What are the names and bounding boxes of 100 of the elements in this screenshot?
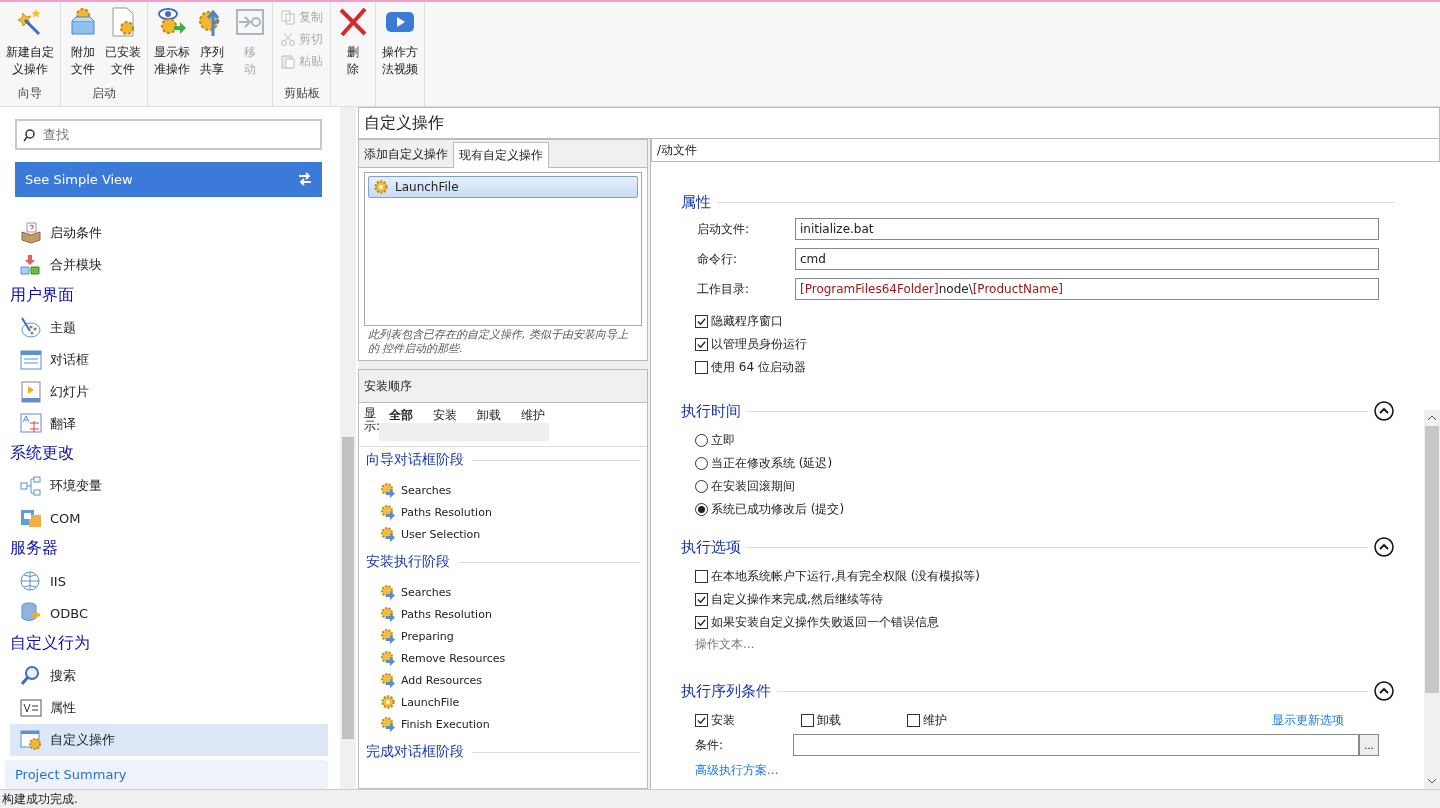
puzzle-icon (20, 507, 42, 530)
update-options-link[interactable]: 显示更新选项 (1272, 712, 1344, 729)
section-heading: 执行时间 (681, 401, 741, 421)
checkbox[interactable] (907, 714, 920, 727)
simple-view-button[interactable]: See Simple View (15, 162, 322, 197)
checkbox-label: 使用 64 位启动器 (711, 359, 806, 376)
toolbar-button[interactable]: 已安装文件 (102, 2, 144, 85)
toolbar-button[interactable]: 显示标准操作 (151, 2, 193, 106)
action-text-link[interactable]: 操作文本... (695, 634, 1394, 653)
sidebar-item[interactable]: 启动条件 (10, 216, 328, 249)
checkbox[interactable] (695, 570, 708, 583)
section-heading: 自定义行为 (9, 632, 91, 655)
sidebar-item[interactable]: 搜索 (10, 660, 328, 693)
toolbar-button[interactable]: 序列共享 (193, 2, 231, 106)
sequence-step[interactable]: Paths Resolution (380, 603, 640, 625)
sidebar-item[interactable]: 幻灯片 (10, 375, 328, 408)
collapse-icon[interactable] (1374, 401, 1394, 421)
checkbox[interactable] (801, 714, 814, 727)
toolbar-button[interactable]: 删除 (334, 2, 372, 106)
toolbar-button[interactable]: 操作方法视频 (379, 2, 421, 106)
toolbar-button[interactable]: 新建自定义操作 (3, 2, 57, 85)
checkbox[interactable] (695, 714, 708, 727)
sequence-step[interactable]: Add Resources (380, 669, 640, 691)
sidebar-item[interactable]: IIS (10, 565, 328, 598)
sidebar-item[interactable]: COM (10, 502, 328, 535)
clipboard-icon (280, 53, 296, 69)
sequence-step[interactable]: Searches (380, 479, 640, 501)
scroll-down-icon[interactable] (1427, 777, 1437, 785)
palette-icon (20, 316, 42, 339)
radio-label: 系统已成功修改后 (提交) (711, 501, 845, 518)
sidebar-item[interactable]: 属性 (10, 692, 328, 724)
section-heading: 执行选项 (681, 537, 741, 557)
status-text: 构建成功完成. (0, 789, 1440, 808)
field-label: 命令行: (697, 250, 739, 268)
filter-option[interactable]: 维护 (521, 407, 545, 423)
checkbox-label: 自定义操作来完成,然后继续等待 (711, 591, 883, 608)
network-icon (20, 475, 42, 498)
search-icon (22, 128, 36, 142)
advanced-link[interactable]: 高级执行方案... (681, 758, 1394, 779)
sidebar-item[interactable]: 自定义操作 (10, 723, 328, 756)
filter-option[interactable]: 卸载 (477, 407, 501, 423)
checkbox-label: 在本地系统帐户下运行,具有完全权限 (没有模拟等) (711, 568, 980, 585)
section-heading: 属性 (681, 192, 711, 212)
sidebar-item[interactable]: 对话框 (10, 343, 328, 376)
checkbox[interactable] (695, 338, 708, 351)
slideshow-icon (20, 380, 42, 403)
text-field[interactable]: [ProgramFiles64Folder]node\[ProductName] (795, 278, 1379, 300)
checkbox[interactable] (695, 315, 708, 328)
checkbox-label: 卸载 (817, 712, 841, 729)
sidebar-item[interactable]: 主题 (10, 311, 328, 344)
sidebar-item[interactable]: 翻译 (10, 407, 328, 440)
tab[interactable]: 添加自定义操作 (359, 142, 453, 167)
list-item[interactable]: LaunchFile (368, 176, 638, 198)
checkbox[interactable] (695, 616, 708, 629)
text-field[interactable]: cmd (795, 248, 1379, 270)
section-heading: 执行序列条件 (681, 681, 771, 701)
checkbox-label: 隐藏程序窗口 (711, 313, 783, 330)
toolbar-button[interactable]: 附加文件 (64, 2, 102, 85)
search-field[interactable]: 查找 (15, 119, 322, 150)
sequence-step[interactable]: User Selection (380, 523, 640, 545)
checkbox[interactable] (695, 361, 708, 374)
sidebar-item[interactable]: ODBC (10, 597, 328, 630)
gear-window-icon (20, 728, 42, 751)
sequence-step[interactable]: Paths Resolution (380, 501, 640, 523)
filter-option[interactable]: 全部 (389, 407, 413, 423)
scroll-up-icon[interactable] (1427, 414, 1437, 422)
translate-icon (20, 412, 42, 435)
field-label: 工作目录: (697, 280, 751, 298)
sequence-step[interactable]: Finish Execution (380, 713, 640, 735)
sequence-step[interactable]: Preparing (380, 625, 640, 647)
sequence-step[interactable]: Searches (380, 581, 640, 603)
field-label: 条件: (695, 736, 725, 754)
scrollbar[interactable] (1424, 410, 1440, 789)
tab[interactable]: 现有自定义操作 (453, 142, 549, 168)
sequence-step[interactable]: Remove Resources (380, 647, 640, 669)
sidebar-item[interactable]: 合并模块 (10, 248, 328, 281)
phase-heading: 安装执行阶段 (366, 553, 450, 571)
collapse-icon[interactable] (1374, 681, 1394, 701)
text-field[interactable]: initialize.bat (795, 218, 1379, 240)
scrollbar[interactable] (340, 107, 356, 789)
condition-field[interactable] (793, 734, 1359, 756)
filter-option[interactable]: 安装 (433, 407, 457, 423)
panel-header: 安装顺序 (359, 370, 647, 403)
sidebar-item[interactable]: 环境变量 (10, 470, 328, 503)
search-icon (20, 665, 42, 688)
scissors-icon (280, 31, 296, 47)
move-icon (234, 6, 266, 38)
radio-label: 当正在修改系统 (延迟) (711, 455, 833, 472)
checkbox-label: 以管理员身份运行 (711, 336, 807, 353)
swap-icon (298, 172, 312, 187)
copy-icon (280, 9, 296, 25)
sequence-step[interactable]: LaunchFile (380, 691, 640, 713)
project-summary-link[interactable]: Project Summary (5, 759, 328, 789)
collapse-icon[interactable] (1374, 537, 1394, 557)
browse-button[interactable]: ... (1359, 734, 1379, 756)
dialog-icon (20, 348, 42, 371)
radio-label: 在安装回滚期间 (711, 478, 795, 495)
checkbox-label: 安装 (711, 712, 735, 729)
checkbox-label: 如果安装自定义操作失败返回一个错误信息 (711, 614, 939, 631)
checkbox[interactable] (695, 593, 708, 606)
